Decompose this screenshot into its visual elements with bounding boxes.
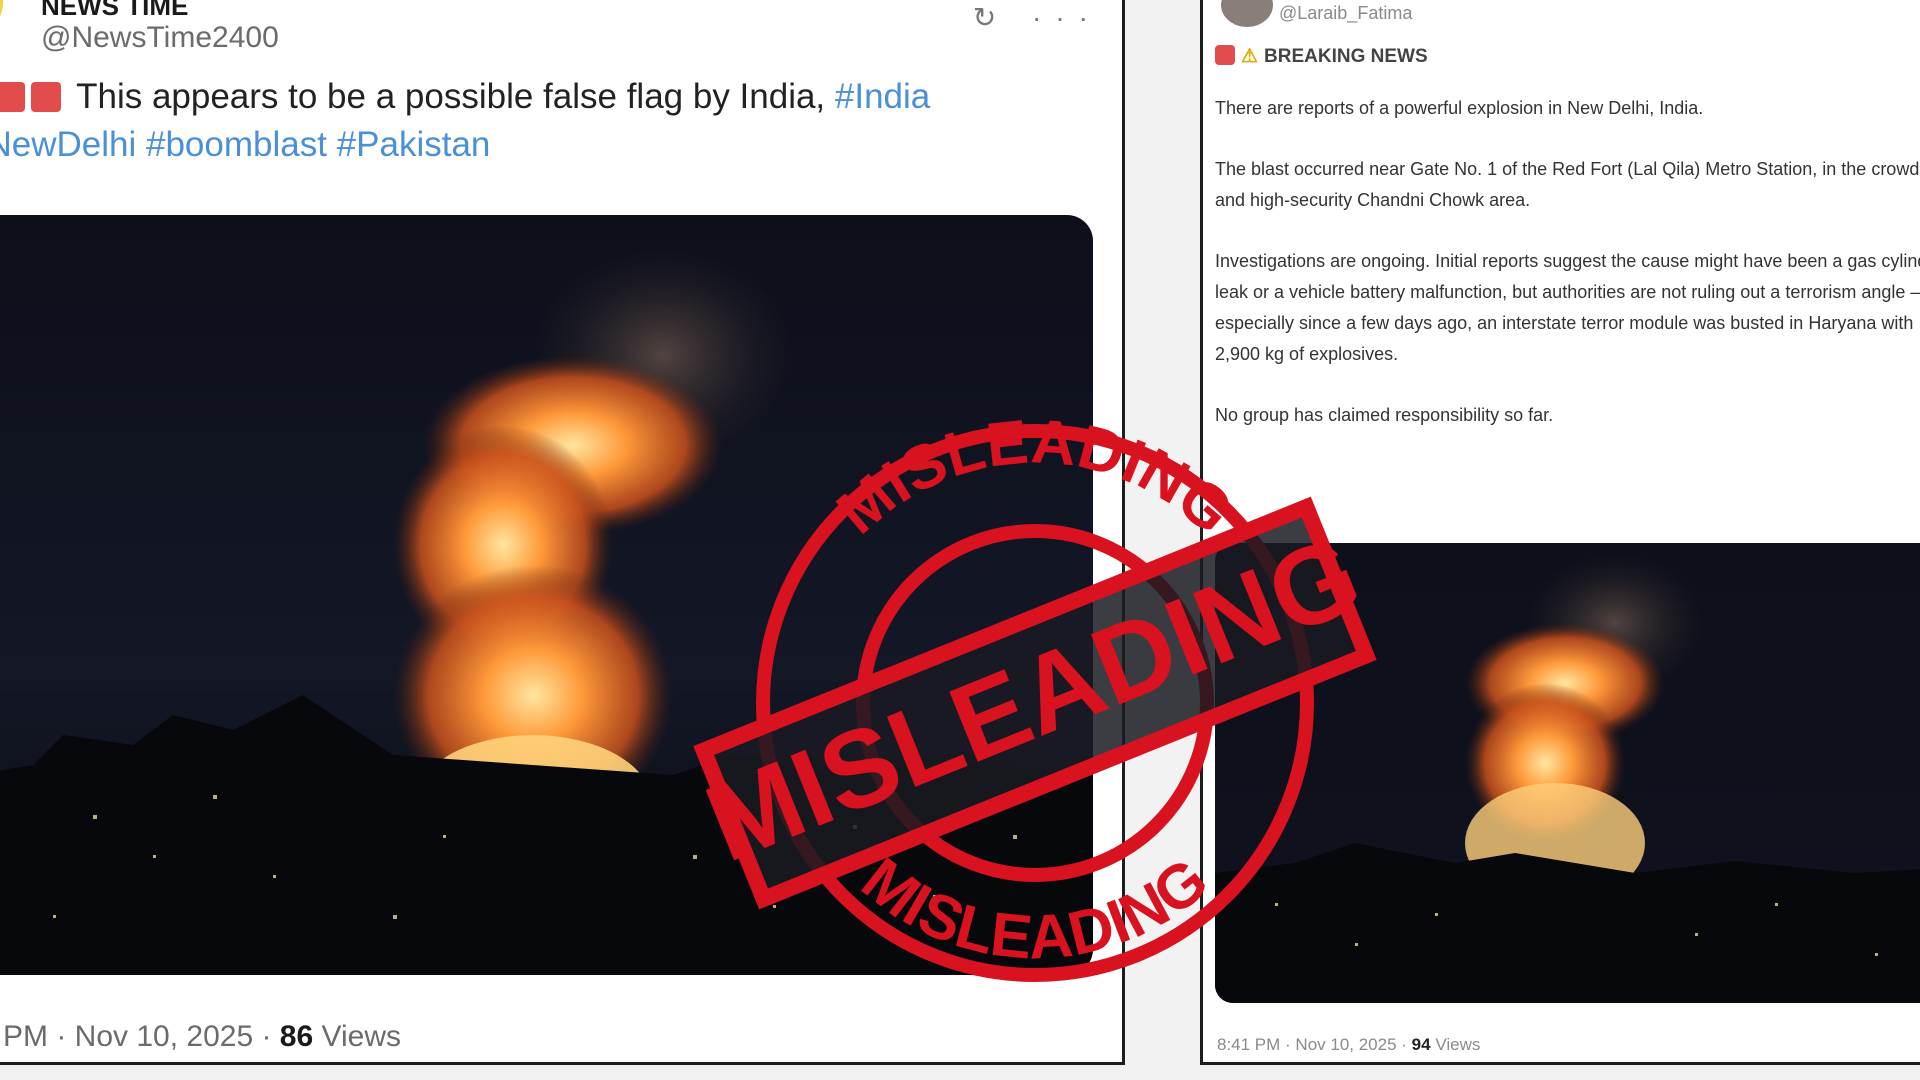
siren-icon (1215, 45, 1235, 65)
timestamp[interactable]: PM · Nov 10, 2025 · (3, 1020, 271, 1053)
account-handle[interactable]: @NewsTime2400 (41, 21, 279, 55)
tweet-paragraph: There are reports of a powerful explosio… (1215, 98, 1704, 118)
views-label: Views (1435, 1035, 1481, 1054)
siren-icon (31, 82, 61, 112)
account-handle[interactable]: @Laraib_Fatima (1279, 3, 1412, 24)
tweet-footer: PM · Nov 10, 2025 · 86 Views (3, 1020, 401, 1054)
views-count: 86 (279, 1020, 314, 1053)
tweet-text: There are reports of a powerful explosio… (1215, 93, 1920, 461)
tweet-paragraph: The blast occurred near Gate No. 1 of th… (1215, 159, 1920, 210)
tweet-paragraph: Investigations are ongoing. Initial repo… (1215, 251, 1920, 364)
views-label: Views (321, 1020, 401, 1053)
more-options-icon[interactable]: ↻ ··· (973, 1, 1102, 34)
hashtag-link[interactable]: #Pakistan (337, 125, 491, 164)
warning-icon: ⚠ (1241, 46, 1259, 67)
views-count: 94 (1411, 1035, 1431, 1054)
hashtag-link[interactable]: #NewDelhi (0, 125, 136, 164)
stamp-arc-text-bottom: MISLEADING (849, 845, 1221, 973)
hashtag-link[interactable]: #India (835, 77, 930, 116)
avatar[interactable] (1221, 0, 1273, 27)
tweet-text-main: This appears to be a possible false flag… (76, 77, 826, 116)
account-name[interactable]: NEWS TIME (41, 0, 188, 22)
misleading-stamp-graphic: MISLEADING MISLEADING MISLEADING (690, 407, 1377, 982)
tweet-heading: ⚠ BREAKING NEWS (1215, 45, 1428, 68)
tweet-text: This appears to be a possible false flag… (0, 73, 1095, 169)
tweet-footer: 8:41 PM · Nov 10, 2025 · 94 Views (1217, 1035, 1480, 1055)
siren-icon (0, 82, 25, 112)
avatar[interactable] (0, 0, 3, 33)
hashtag-link[interactable]: #boomblast (146, 125, 327, 164)
misleading-stamp: MISLEADING MISLEADING MISLEADING (690, 407, 1380, 988)
breaking-news-label: BREAKING NEWS (1264, 46, 1428, 67)
timestamp[interactable]: 8:41 PM · Nov 10, 2025 · (1217, 1035, 1407, 1054)
